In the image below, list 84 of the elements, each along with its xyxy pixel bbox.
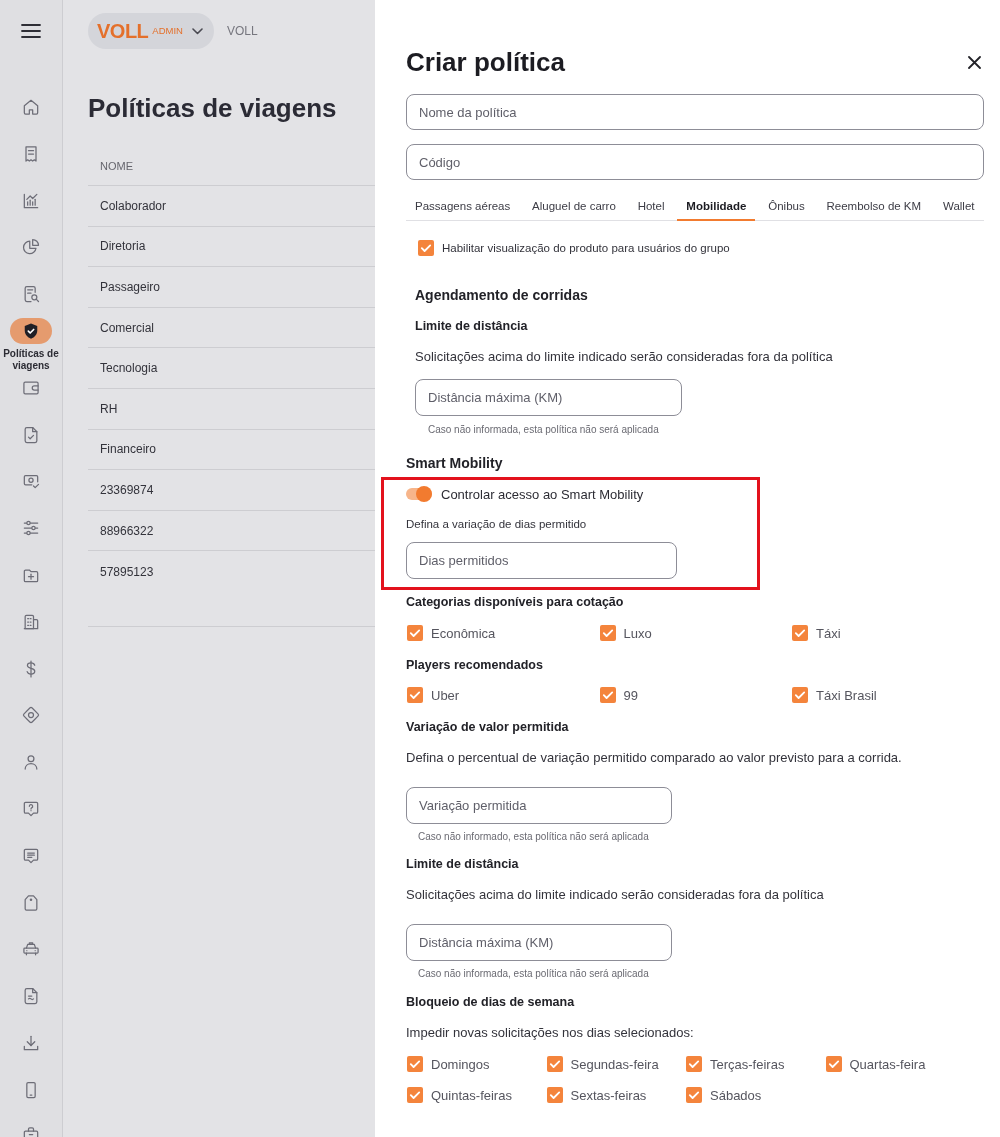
checkbox-label: Luxo <box>623 625 652 641</box>
home-icon[interactable] <box>21 97 41 117</box>
table-cell: Passageiro <box>100 280 161 294</box>
drawer-title: Criar política <box>406 46 565 78</box>
text-field[interactable]: Variação permitida <box>406 787 672 824</box>
checkbox-label: Táxi Brasil <box>816 687 877 703</box>
checkbox-label: Táxi <box>816 625 841 641</box>
tab[interactable]: Passagens aéreas <box>406 193 520 221</box>
checkbox[interactable] <box>407 625 423 641</box>
section-title: Limite de distância <box>406 856 520 873</box>
hint-text: Caso não informada, esta política não será aplicada <box>427 423 660 436</box>
company-name: VOLL <box>226 24 258 38</box>
checkbox[interactable] <box>418 240 434 256</box>
text-field[interactable]: Dias permitidos <box>406 542 677 579</box>
section-title: Categorias disponíveis para cotação <box>406 594 625 611</box>
checkbox[interactable] <box>686 1056 702 1072</box>
tab[interactable]: Ônibus <box>759 193 814 221</box>
tab[interactable]: Hotel <box>628 193 674 221</box>
brand-logo: VOLL <box>97 19 149 43</box>
checkbox[interactable] <box>792 625 808 641</box>
section-title: Bloqueio de dias de semana <box>406 994 576 1011</box>
section-title: Smart Mobility <box>406 454 504 473</box>
checkbox[interactable] <box>546 1087 563 1103</box>
checkbox-label: Econômica <box>431 625 496 641</box>
checkbox-label: Segundas-feira <box>570 1056 659 1072</box>
table-cell: Tecnologia <box>100 361 158 376</box>
diamond-icon[interactable] <box>21 705 41 726</box>
table-cell: 57895123 <box>100 564 154 579</box>
tab[interactable]: Wallet <box>933 193 984 221</box>
section-title: Agendamento de corridas <box>415 286 589 305</box>
chevron-down-icon <box>191 27 203 35</box>
table-cell: 88966322 <box>100 523 154 538</box>
checkbox[interactable] <box>407 1056 423 1072</box>
checkbox-label: 99 <box>623 687 638 703</box>
text-field[interactable]: Código <box>406 144 984 180</box>
description-text: Defina o percentual de variação permitido comparado ao valor previsto para a corrida. <box>406 749 903 767</box>
checkbox[interactable] <box>792 687 808 703</box>
checkbox-label: Domingos <box>431 1056 490 1072</box>
text-field[interactable]: Nome da política <box>406 94 984 130</box>
table-cell: RH <box>100 401 118 416</box>
table-cell: Diretoria <box>100 239 146 254</box>
tab[interactable]: Reembolso de KM <box>817 193 931 221</box>
checkbox[interactable] <box>546 1056 563 1072</box>
text-field[interactable]: Distância máxima (KM) <box>406 924 672 961</box>
checkbox-label: Uber <box>431 687 460 703</box>
field-label: Defina a variação de dias permitido <box>406 517 588 532</box>
checkbox[interactable] <box>599 687 616 703</box>
section-title: Variação de valor permitida <box>406 719 570 736</box>
tab[interactable]: Aluguel de carro <box>523 193 625 221</box>
close-icon <box>967 55 981 69</box>
toggle-label: Controlar acesso ao Smart Mobility <box>441 486 644 502</box>
page-title: Políticas de viagens <box>88 92 338 124</box>
description-text: Impedir novas solicitações nos dias selecionados: <box>406 1024 695 1042</box>
checkbox[interactable] <box>686 1087 702 1103</box>
briefcase-icon[interactable] <box>21 1126 41 1137</box>
toggle-switch[interactable] <box>405 485 433 503</box>
sidebar-item[interactable] <box>10 318 52 344</box>
checkbox-label: Terças-feiras <box>710 1056 785 1072</box>
hint-text: Caso não informado, esta política não será aplicada <box>417 830 650 843</box>
text-field[interactable]: Distância máxima (KM) <box>415 379 682 416</box>
close-button[interactable] <box>967 55 981 69</box>
table-cell: 23369874 <box>100 482 154 497</box>
section-subtitle: Limite de distância <box>415 318 529 335</box>
checkbox-label: Habilitar visualização do produto para usuários do grupo <box>442 242 730 254</box>
checkbox[interactable] <box>407 1087 423 1103</box>
table-cell: Colaborador <box>100 198 167 213</box>
description-text: Solicitações acima do limite indicado serão consideradas fora da política <box>406 886 825 904</box>
checkbox-label: Quintas-feiras <box>431 1087 512 1103</box>
description-text: Solicitações acima do limite indicado serão consideradas fora da política <box>415 348 834 366</box>
hint-text: Caso não informada, esta política não será aplicada <box>417 967 650 980</box>
column-header: NOME <box>100 159 133 172</box>
table-cell: Comercial <box>100 320 154 335</box>
checkbox-label: Sábados <box>710 1087 762 1103</box>
sidebar-item-label[interactable]: Políticas de viagens <box>0 348 62 372</box>
checkbox[interactable] <box>407 687 423 703</box>
checkbox[interactable] <box>825 1056 842 1072</box>
checkbox-label: Quartas-feira <box>849 1056 926 1072</box>
menu-icon[interactable] <box>21 24 41 38</box>
checkbox[interactable] <box>599 625 616 641</box>
role-label: ADMIN <box>152 25 183 37</box>
section-title: Players recomendados <box>406 657 544 674</box>
table-cell: Financeiro <box>100 442 157 457</box>
tab[interactable]: Mobilidade <box>677 193 756 221</box>
checkbox-label: Sextas-feiras <box>570 1087 647 1103</box>
